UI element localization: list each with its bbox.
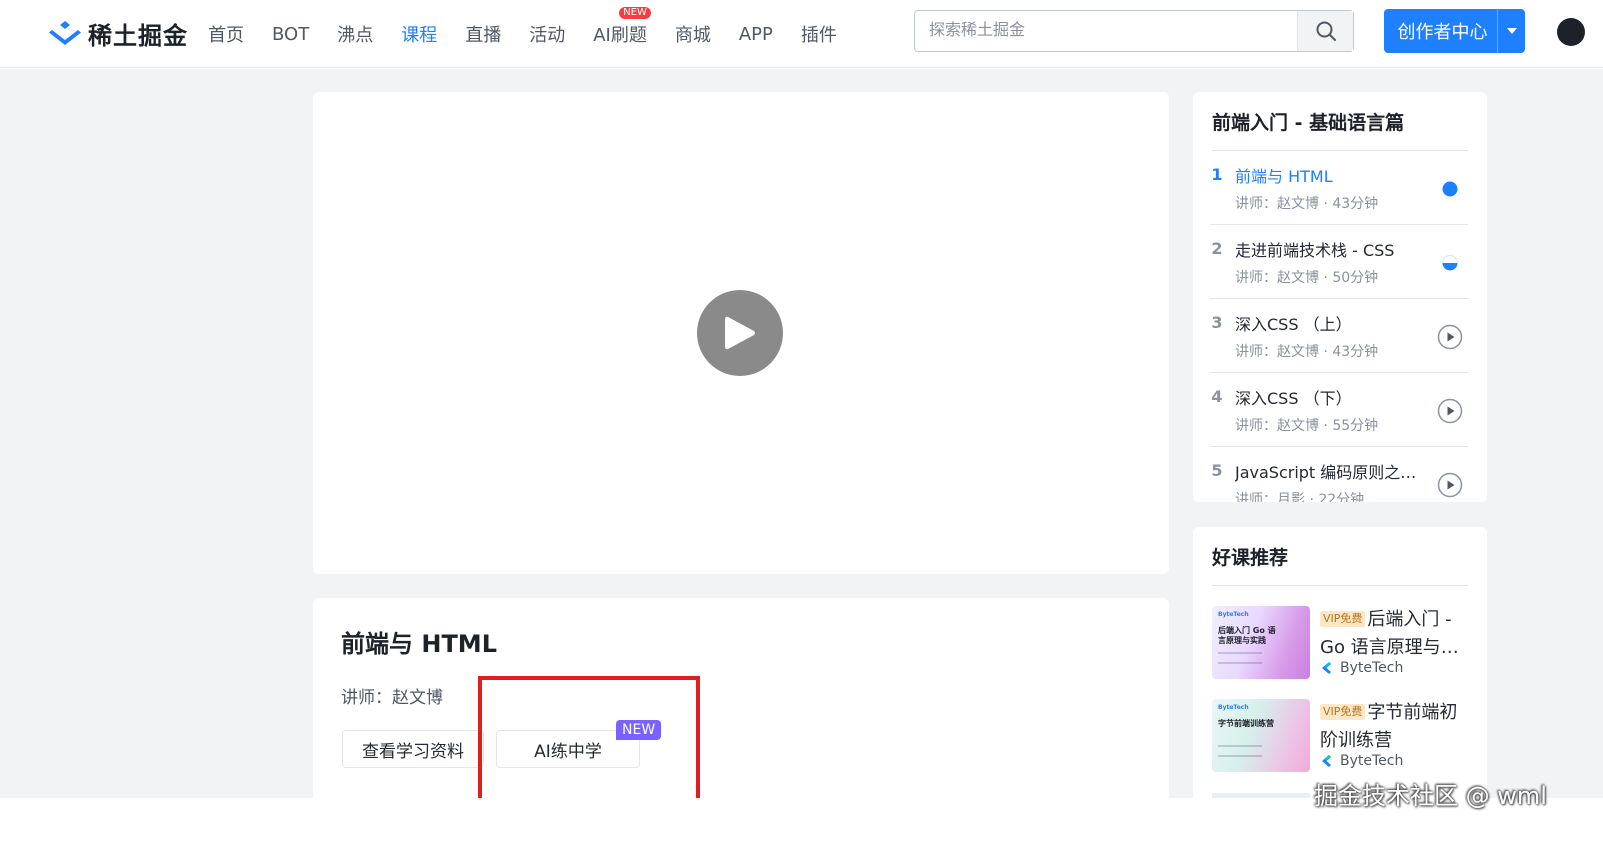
vip-badge: VIP免费 <box>1320 704 1366 720</box>
lesson-meta: 讲师：赵文博 · 55分钟 <box>1235 418 1379 434</box>
search-input[interactable] <box>915 11 1297 51</box>
partial-progress-icon <box>1442 255 1458 271</box>
lesson-title: 深入CSS （上） <box>1235 315 1352 334</box>
lesson-item[interactable]: 5 JavaScript 编码原则之设计模式 讲师：月影 · 22分钟 <box>1210 447 1468 502</box>
play-circle-icon <box>1437 324 1463 350</box>
brand-name: 稀土掘金 <box>88 22 188 50</box>
nav-item-home[interactable]: 首页 <box>208 21 244 47</box>
thumbnail-decoration <box>1218 652 1262 664</box>
lesson-item[interactable]: 3 深入CSS （上） 讲师：赵文博 · 43分钟 <box>1210 299 1468 373</box>
lesson-title: 深入CSS （下） <box>1235 389 1352 408</box>
course-playlist: 前端入门 - 基础语言篇 1 前端与 HTML 讲师：赵文博 · 43分钟 2 … <box>1193 92 1487 502</box>
search-icon <box>1316 21 1336 41</box>
lesson-number: 5 <box>1211 461 1223 480</box>
lesson-title: JavaScript 编码原则之设计模式 <box>1235 463 1420 482</box>
juejin-logo-icon <box>49 20 81 45</box>
recommend-item[interactable]: ByteTech 字节前端训练营 VIP免费 字节前端初阶训练营 ByteTech <box>1212 699 1472 777</box>
course-info-card: 前端与 HTML 讲师：赵文博 查看学习资料 AI练中学 NEW <box>313 598 1169 798</box>
recommend-author[interactable]: ByteTech <box>1320 753 1403 769</box>
creator-center-label: 创作者中心 <box>1397 22 1488 43</box>
bytetech-logo-icon <box>1322 755 1331 767</box>
nav-item-pins[interactable]: 沸点 <box>337 21 373 47</box>
vip-badge: VIP免费 <box>1320 611 1366 627</box>
nav-item-store[interactable]: 商城 <box>675 21 711 47</box>
playing-dot-icon <box>1442 181 1458 197</box>
divider <box>1212 585 1468 586</box>
lesson-meta: 讲师：赵文博 · 43分钟 <box>1235 196 1379 212</box>
lesson-number: 1 <box>1211 165 1223 184</box>
lesson-status <box>1437 398 1463 428</box>
thumbnail-title: 字节前端训练营 <box>1218 719 1274 728</box>
search-box <box>914 10 1354 52</box>
lesson-title: 走进前端技术栈 - CSS <box>1235 241 1395 260</box>
bytetech-logo-icon <box>1322 662 1331 674</box>
caret-down-icon <box>1506 28 1517 34</box>
thumbnail-decoration <box>1218 745 1262 757</box>
nav-item-live[interactable]: 直播 <box>465 21 501 47</box>
video-player[interactable] <box>313 92 1169 574</box>
top-header: 稀土掘金 首页 BOT 沸点 课程 直播 活动 AI刷题 NEW 商城 APP … <box>0 0 1603 68</box>
lesson-status <box>1437 472 1463 502</box>
avatar[interactable] <box>1557 18 1585 46</box>
brand-logo[interactable]: 稀土掘金 <box>48 16 188 51</box>
thumbnail-title: 后端入门 Go 语言原理与实践 <box>1218 626 1276 645</box>
playlist-title: 前端入门 - 基础语言篇 <box>1212 112 1405 134</box>
thumbnail-brand: ByteTech <box>1218 611 1249 618</box>
play-button[interactable] <box>697 290 783 376</box>
recommend-course-title[interactable]: VIP免费后端入门 - Go 语言原理与实践 <box>1320 606 1466 662</box>
play-circle-icon <box>1437 398 1463 424</box>
nav-item-courses[interactable]: 课程 <box>401 21 437 47</box>
lesson-item[interactable]: 1 前端与 HTML 讲师：赵文博 · 43分钟 <box>1210 151 1468 225</box>
search-button[interactable] <box>1297 11 1353 51</box>
lesson-meta: 讲师：赵文博 · 50分钟 <box>1235 270 1379 286</box>
recommended-courses: 好课推荐 ByteTech 后端入门 Go 语言原理与实践 VIP免费 后端入门 … <box>1193 527 1487 798</box>
creator-dropdown-toggle[interactable] <box>1497 9 1525 53</box>
lesson-item[interactable]: 2 走进前端技术栈 - CSS 讲师：赵文博 · 50分钟 <box>1210 225 1468 299</box>
lesson-status <box>1437 176 1463 206</box>
play-circle-icon <box>1437 472 1463 498</box>
recommend-course-title[interactable]: VIP免费 字节前端初阶训练营 <box>1320 699 1466 755</box>
nav-item-events[interactable]: 活动 <box>529 21 565 47</box>
play-icon <box>725 316 755 350</box>
recommend-item[interactable]: ByteTech 后端入门 Go 语言原理与实践 VIP免费 后端入门 - Go … <box>1212 606 1472 684</box>
new-badge: NEW <box>619 7 651 19</box>
lesson-status <box>1437 324 1463 354</box>
course-thumbnail[interactable]: ByteTech 字节前端训练营 <box>1212 699 1310 772</box>
recommend-author[interactable]: ByteTech <box>1320 660 1403 676</box>
course-lecturer: 讲师：赵文博 <box>341 688 443 708</box>
recommend-text: VIP免费后端入门 - Go 语言原理与实践 <box>1320 606 1466 662</box>
watermark: 掘金技术社区 @ wml <box>1314 782 1547 810</box>
nav-item-ai-practice[interactable]: AI刷题 NEW <box>593 7 651 47</box>
view-materials-button[interactable]: 查看学习资料 <box>342 730 484 768</box>
nav-item-bot[interactable]: BOT <box>272 24 309 45</box>
recommend-text: VIP免费 字节前端初阶训练营 <box>1320 699 1466 755</box>
lesson-meta: 讲师：赵文博 · 43分钟 <box>1235 344 1379 360</box>
course-thumbnail[interactable]: ByteTech 后端入门 Go 语言原理与实践 <box>1212 606 1310 679</box>
lesson-number: 3 <box>1211 313 1223 332</box>
lesson-item[interactable]: 4 深入CSS （下） 讲师：赵文博 · 55分钟 <box>1210 373 1468 447</box>
creator-center-button[interactable]: 创作者中心 <box>1384 9 1525 53</box>
nav-item-plugins[interactable]: 插件 <box>801 21 837 47</box>
nav-item-app[interactable]: APP <box>739 24 773 45</box>
lesson-number: 4 <box>1211 387 1223 406</box>
lesson-status <box>1437 250 1463 280</box>
thumbnail-brand: ByteTech <box>1218 704 1249 711</box>
main-nav: 首页 BOT 沸点 课程 直播 活动 AI刷题 NEW 商城 APP 插件 <box>208 0 865 68</box>
recommend-title: 好课推荐 <box>1212 547 1289 569</box>
lesson-meta: 讲师：月影 · 22分钟 <box>1235 492 1365 502</box>
course-title: 前端与 HTML <box>341 630 497 658</box>
lesson-number: 2 <box>1211 239 1223 258</box>
lesson-title: 前端与 HTML <box>1235 167 1333 186</box>
